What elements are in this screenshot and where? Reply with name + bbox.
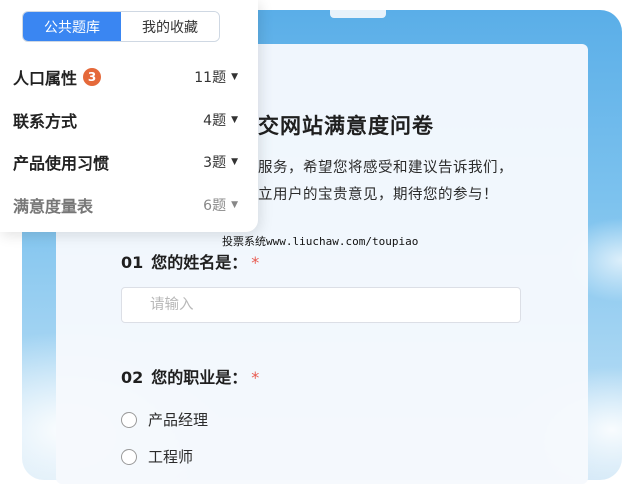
question-bank-panel: 公共题库 我的收藏 人口属性 3 11题 ▼ 联系方式 4题 ▼ 产品使用习惯 3题… xyxy=(0,0,258,232)
category-label: 产品使用习惯 xyxy=(13,154,110,173)
question-1-label: 01 您的姓名是： * xyxy=(121,249,259,273)
category-name: 人口属性 3 xyxy=(13,65,102,89)
category-count-label: 4题 xyxy=(203,113,227,129)
category-count: 11题 ▼ xyxy=(194,67,238,87)
survey-title: 交网站满意度问卷 xyxy=(258,114,434,138)
watermark-text: 投票系统www.liuchaw.com/toupiao xyxy=(222,235,419,248)
category-count: 4题 ▼ xyxy=(203,110,238,130)
caret-down-icon: ▼ xyxy=(231,115,238,125)
survey-description: 服务，希望您将感受和建议告诉我们， 立用户的宝贵意见，期待您的参与！ xyxy=(258,155,558,209)
radio-option-label: 工程师 xyxy=(148,448,194,466)
required-mark: * xyxy=(251,253,260,272)
category-name: 联系方式 xyxy=(13,108,77,132)
question-1-text: 您的姓名是： xyxy=(151,253,248,272)
question-2-text: 您的职业是： xyxy=(151,368,248,387)
count-badge: 3 xyxy=(83,68,102,86)
radio-circle-icon[interactable] xyxy=(121,411,137,428)
category-count-label: 6题 xyxy=(203,198,227,214)
survey-description-line2: 立用户的宝贵意见，期待您的参与！ xyxy=(258,187,498,203)
tab-my-favorites[interactable]: 我的收藏 xyxy=(121,12,219,41)
radio-option-label: 产品经理 xyxy=(148,411,209,429)
survey-description-line1: 服务，希望您将感受和建议告诉我们， xyxy=(258,160,513,176)
required-mark: * xyxy=(251,368,260,387)
category-name: 产品使用习惯 xyxy=(13,150,109,174)
category-count-label: 11题 xyxy=(194,70,227,86)
category-contact[interactable]: 联系方式 4题 ▼ xyxy=(13,107,238,133)
question-2-label: 02 您的职业是： * xyxy=(121,364,259,388)
radio-option-product-manager[interactable]: 产品经理 xyxy=(121,409,208,430)
caret-down-icon: ▼ xyxy=(231,72,238,82)
category-count: 3题 ▼ xyxy=(203,152,238,172)
top-decoration xyxy=(330,10,386,18)
radio-circle-icon[interactable] xyxy=(121,448,137,465)
category-product-usage[interactable]: 产品使用习惯 3题 ▼ xyxy=(13,149,238,175)
category-demographics[interactable]: 人口属性 3 11题 ▼ xyxy=(13,64,238,90)
name-input[interactable] xyxy=(121,287,521,323)
bank-tab-switch: 公共题库 我的收藏 xyxy=(22,11,220,42)
radio-option-engineer[interactable]: 工程师 xyxy=(121,446,193,467)
category-label: 联系方式 xyxy=(13,112,78,131)
question-2-number: 02 xyxy=(121,368,144,387)
caret-down-icon: ▼ xyxy=(231,157,238,167)
caret-down-icon: ▼ xyxy=(231,200,238,210)
category-count: 6题 ▼ xyxy=(203,195,238,215)
category-label: 满意度量表 xyxy=(13,197,94,216)
category-label: 人口属性 xyxy=(13,69,78,88)
category-name: 满意度量表 xyxy=(13,193,93,217)
category-satisfaction-scale[interactable]: 满意度量表 6题 ▼ xyxy=(13,192,238,218)
tab-public-bank[interactable]: 公共题库 xyxy=(23,12,121,41)
category-count-label: 3题 xyxy=(203,155,227,171)
question-1-number: 01 xyxy=(121,253,144,272)
